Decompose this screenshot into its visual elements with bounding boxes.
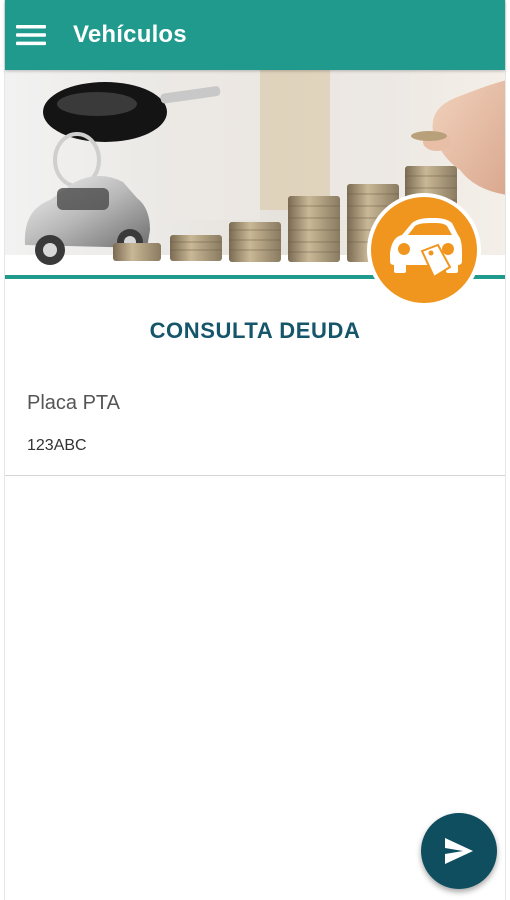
vehicle-badge bbox=[367, 193, 481, 307]
plate-field-underline bbox=[5, 475, 505, 476]
app-screen: Vehículos CONSULTA DEUDA Placa PTA 123AB… bbox=[4, 0, 506, 900]
send-button[interactable] bbox=[421, 813, 497, 889]
hamburger-menu-icon bbox=[16, 25, 46, 46]
app-bar: Vehículos bbox=[5, 0, 505, 70]
section-title: CONSULTA DEUDA bbox=[149, 318, 361, 343]
plate-field-label: Placa PTA bbox=[27, 392, 120, 414]
menu-button[interactable] bbox=[1, 0, 61, 70]
send-icon bbox=[445, 838, 473, 864]
car-with-price-tag-icon bbox=[390, 218, 462, 279]
plate-input[interactable]: 123ABC bbox=[27, 437, 87, 455]
app-title: Vehículos bbox=[73, 21, 187, 48]
